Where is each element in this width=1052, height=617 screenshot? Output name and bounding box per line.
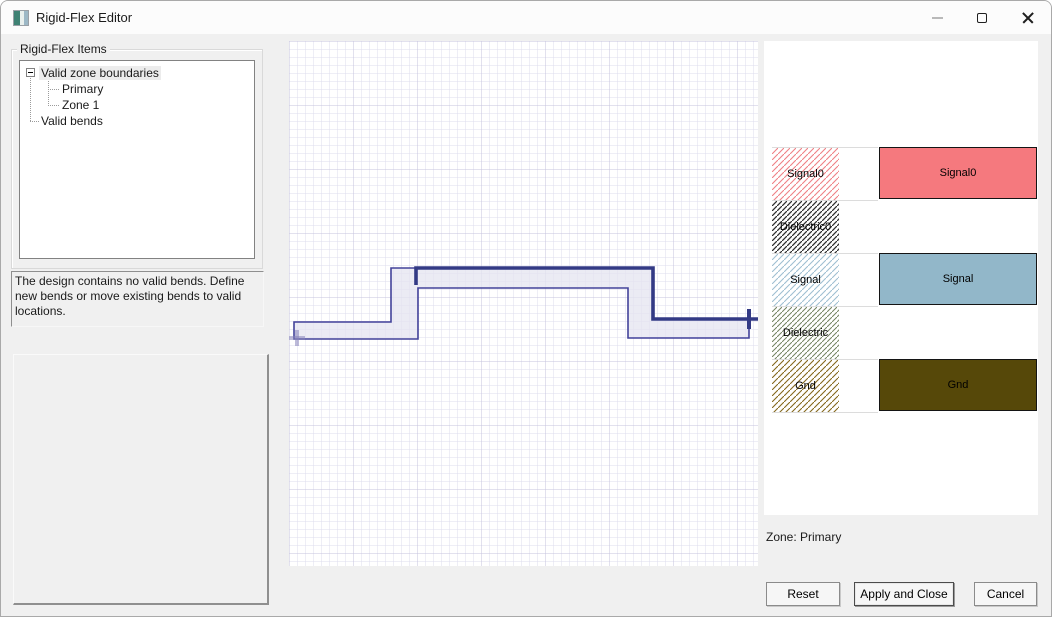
- layer-hatch-gnd: [772, 360, 839, 412]
- app-icon: [13, 10, 29, 26]
- close-icon: [1021, 11, 1035, 25]
- rigid-flex-items-label: Rigid-Flex Items: [17, 42, 110, 56]
- maximize-button[interactable]: [959, 1, 1005, 34]
- tree-item-label: Zone 1: [62, 98, 100, 112]
- titlebar[interactable]: Rigid-Flex Editor: [1, 1, 1051, 34]
- collapse-icon[interactable]: [26, 68, 35, 77]
- tree-connector: [30, 78, 31, 121]
- layer-fill-label: Gnd: [947, 379, 969, 391]
- layer-separator: [772, 412, 878, 413]
- cancel-button[interactable]: Cancel: [974, 582, 1037, 606]
- rigid-flex-editor-dialog: Rigid-Flex Editor Rigid-Flex Items Valid…: [0, 0, 1052, 617]
- layer-hatch-dielectric0: [772, 201, 839, 253]
- canvas-grid: [289, 41, 758, 566]
- minimize-icon: [931, 16, 943, 19]
- layer-fill-label: Signal: [942, 273, 974, 285]
- layer-fill-signal0[interactable]: Signal0: [879, 147, 1037, 199]
- layer-hatch-dielectric: [772, 307, 839, 359]
- tree-item-label: Primary: [62, 82, 104, 96]
- apply-and-close-button[interactable]: Apply and Close: [854, 582, 954, 606]
- reset-button[interactable]: Reset: [766, 582, 840, 606]
- tree-item-valid-zone-boundaries[interactable]: Valid zone boundaries: [39, 65, 161, 81]
- tree-item-primary[interactable]: Primary: [62, 81, 103, 97]
- bend-status-message: The design contains no valid bends. Defi…: [11, 271, 264, 327]
- zone-label: Zone: Primary: [766, 530, 842, 544]
- minimize-button[interactable]: [914, 1, 960, 34]
- tree-connector: [30, 121, 39, 122]
- maximize-icon: [977, 12, 987, 23]
- tree-item-zone1[interactable]: Zone 1: [62, 97, 99, 113]
- layer-hatch-signal0: [772, 148, 839, 200]
- tree-item-label: Valid bends: [41, 114, 103, 128]
- profile-drawing: [289, 41, 758, 566]
- stackup-panel: Signal0 Signal0 Dielectric0 Signal Signa…: [764, 41, 1038, 515]
- tree-connector: [48, 89, 59, 90]
- layer-fill-signal[interactable]: Signal: [879, 253, 1037, 305]
- tree-item-label: Valid zone boundaries: [39, 66, 161, 80]
- rigid-flex-items-tree[interactable]: Valid zone boundaries Primary Zone 1 Val…: [19, 60, 255, 259]
- layer-hatch-signal: [772, 254, 839, 306]
- layer-fill-label: Signal0: [939, 167, 977, 179]
- tree-item-valid-bends[interactable]: Valid bends: [41, 113, 103, 129]
- tree-connector: [48, 105, 59, 106]
- close-button[interactable]: [1005, 1, 1051, 34]
- profile-canvas[interactable]: [289, 41, 758, 566]
- layer-fill-gnd[interactable]: Gnd: [879, 359, 1037, 411]
- window-title: Rigid-Flex Editor: [36, 10, 133, 25]
- tree-connector: [48, 81, 49, 106]
- bend-detail-panel: [13, 354, 269, 605]
